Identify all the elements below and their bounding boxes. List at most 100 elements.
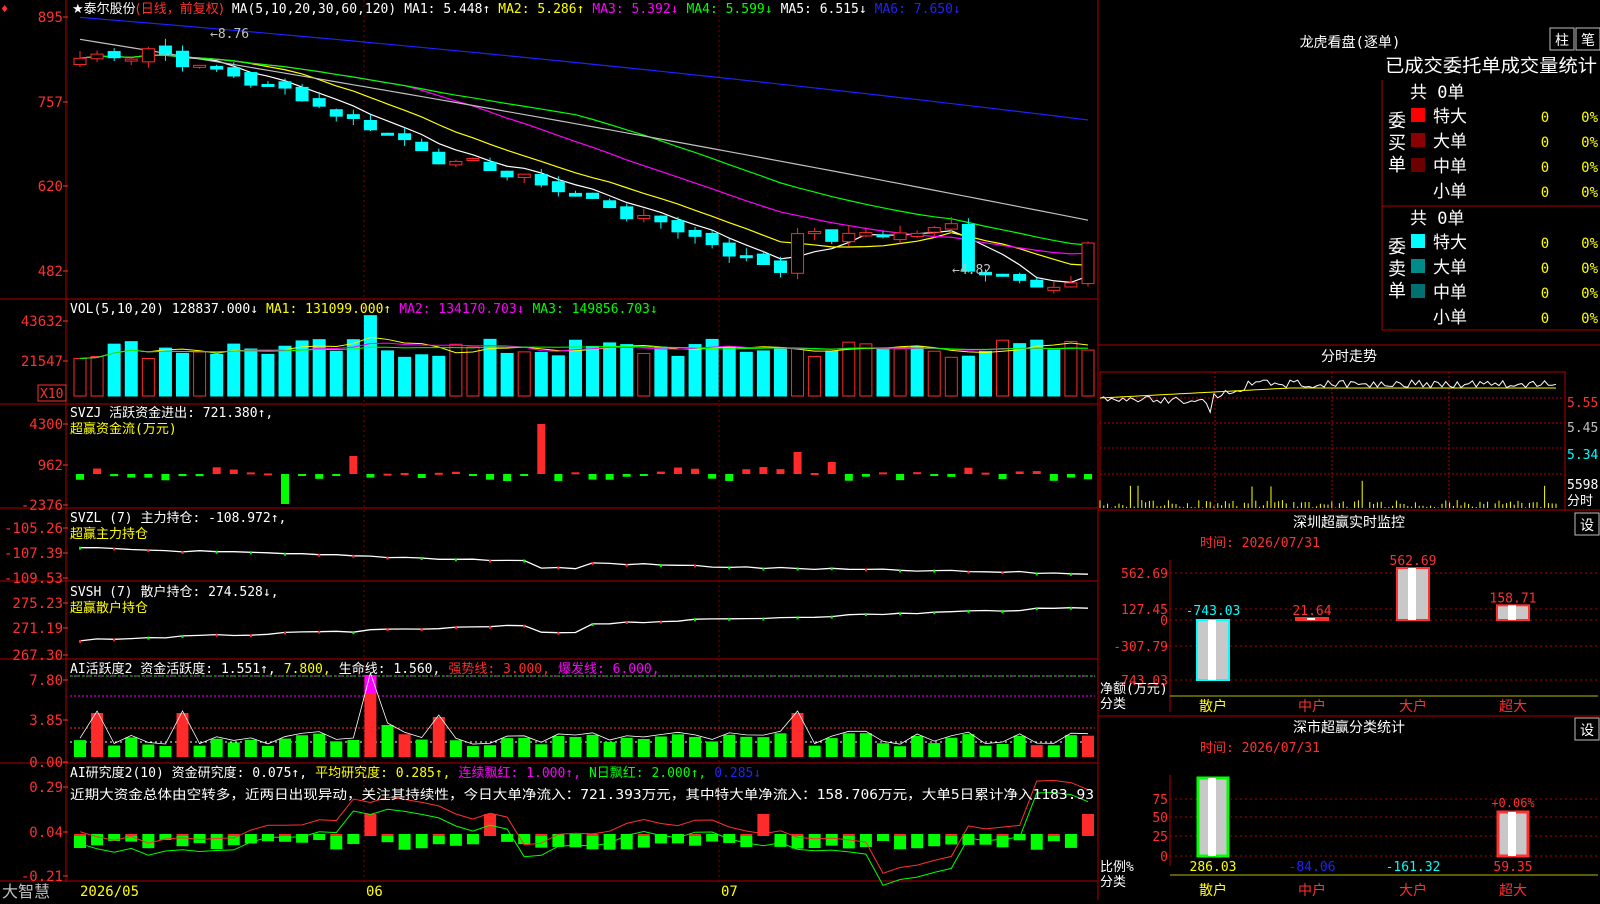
legend-item: 平均研究度: 0.285↑,: [315, 765, 450, 781]
footer-brand[interactable]: 大智慧: [2, 882, 50, 901]
line-tick: [113, 547, 116, 551]
candle: [910, 230, 924, 238]
ai2-tick: [979, 834, 992, 836]
y-axis-label: -109.53: [4, 571, 63, 587]
volume-bar: [551, 355, 565, 397]
line-tick: [249, 551, 252, 555]
volume-bar: [363, 315, 377, 397]
line-tick: [694, 564, 697, 568]
volume-bar: [808, 356, 822, 397]
ai1-bar: [432, 717, 445, 757]
ai1-bar: [928, 743, 941, 757]
line-tick: [181, 634, 184, 638]
ai2-tick: [774, 834, 787, 836]
ai2-tick: [842, 834, 855, 836]
order-class-name: 小单: [1433, 308, 1467, 328]
ai1-bar: [484, 745, 497, 757]
candle: [158, 38, 172, 61]
volume-bar: [1013, 343, 1027, 397]
volume-bar: [517, 351, 531, 397]
order-count: 0: [1541, 185, 1549, 201]
vol-unit-label: X10: [40, 387, 63, 402]
line-tick: [864, 568, 867, 572]
intraday-axis-label: 5.45: [1567, 421, 1598, 436]
ai1-bar: [1013, 735, 1026, 757]
svzj-bar: [366, 474, 375, 478]
ai2-bar: [347, 836, 360, 845]
svzj-bar: [861, 474, 870, 477]
ai2-tick: [569, 834, 582, 836]
ai1-bar: [552, 735, 565, 757]
side-label-char: 单: [1388, 281, 1406, 302]
candle: [278, 78, 292, 95]
candle: [73, 51, 87, 68]
order-pct: 0%: [1581, 286, 1598, 302]
svzj-bar: [844, 474, 853, 481]
volume-bar: [381, 350, 395, 397]
candle: [568, 190, 582, 197]
line-tick: [284, 552, 287, 556]
ai1-bar: [689, 736, 702, 757]
stroke-view-label: 笔: [1581, 33, 1595, 49]
ai2-bar: [620, 836, 633, 850]
svzj-bar: [639, 474, 648, 476]
volume-bar: [227, 343, 241, 397]
line-tick: [454, 626, 457, 630]
ai2-tick: [381, 834, 394, 836]
y-axis-label: 43632: [21, 314, 63, 330]
volume-bar: [927, 350, 941, 397]
ma-line: [79, 54, 1089, 246]
line-tick: [489, 625, 492, 629]
svzj-panel: [76, 424, 1092, 504]
intraday-vol-unit: 分时: [1567, 494, 1593, 509]
order-count: 0: [1541, 110, 1549, 126]
candle: [654, 215, 668, 229]
candle: [620, 203, 634, 222]
svzj-bar: [161, 474, 170, 481]
ai2-bar: [945, 836, 958, 845]
line-tick: [318, 553, 321, 557]
legend-item: MA1: 131099.000↑: [266, 302, 391, 317]
ai2-tick: [466, 834, 479, 836]
ai2-bar: [1082, 814, 1094, 836]
svzj-bar: [246, 472, 255, 475]
right-panels: 龙虎看盘(逐单) 柱笔已成交委托单成交量统计委买单共 0单特大 0 0%大单 0 0%中单…: [1099, 27, 1600, 899]
intraday-vol-label: 5598: [1567, 478, 1598, 493]
svzj-bar: [281, 474, 290, 504]
svzj-bar: [827, 462, 836, 474]
ma-line: [79, 54, 1089, 266]
stock-chart[interactable]: 895 757 620 482 43632 21547 4300 962 -2376 -105.2…: [0, 0, 1600, 901]
monitor-axis-label: 562.69: [1121, 567, 1168, 582]
candle: [415, 138, 429, 152]
volume-bar: [944, 356, 958, 397]
volume-bar: [158, 347, 172, 397]
volume-bar: [842, 341, 856, 397]
legend-item: MA1: 5.448↑: [404, 2, 490, 17]
candle: [432, 148, 446, 165]
svzj-bar: [468, 474, 477, 476]
candle: [381, 132, 395, 136]
line-tick: [830, 567, 833, 571]
ai1-bar: [142, 744, 155, 757]
panel-frames: [0, 0, 1600, 900]
line-tick: [489, 559, 492, 563]
ai2-bar: [535, 836, 548, 848]
ai1-bar: [415, 739, 428, 757]
volume-bar: [210, 353, 224, 397]
intraday-price-line: [1099, 379, 1557, 414]
legend-item: VOL(5,10,20): [70, 302, 164, 317]
ai2-note: 近期大资金总体由空转多，近两日出现异动，关注其持续性，今日大单净流入：721.3…: [70, 787, 1094, 803]
ai2-tick: [876, 834, 889, 836]
ai2-bar: [449, 836, 462, 846]
stat-axis-label: 0: [1160, 850, 1168, 865]
ai1-bar: [842, 733, 855, 757]
legend-item: ★泰尔股份: [72, 2, 136, 17]
legend-swatch: [1411, 133, 1425, 147]
candle: [637, 208, 651, 223]
ma60-line: [79, 38, 1089, 221]
price-panel: ←8.76 ←4.82: [73, 16, 1095, 294]
candle: [671, 216, 685, 239]
ai1-bar: [261, 745, 274, 757]
legend-row: VOL(5,10,20) 128837.000↓ MA1: 131099.000↑ M…: [70, 302, 658, 317]
line-tick: [933, 611, 936, 615]
